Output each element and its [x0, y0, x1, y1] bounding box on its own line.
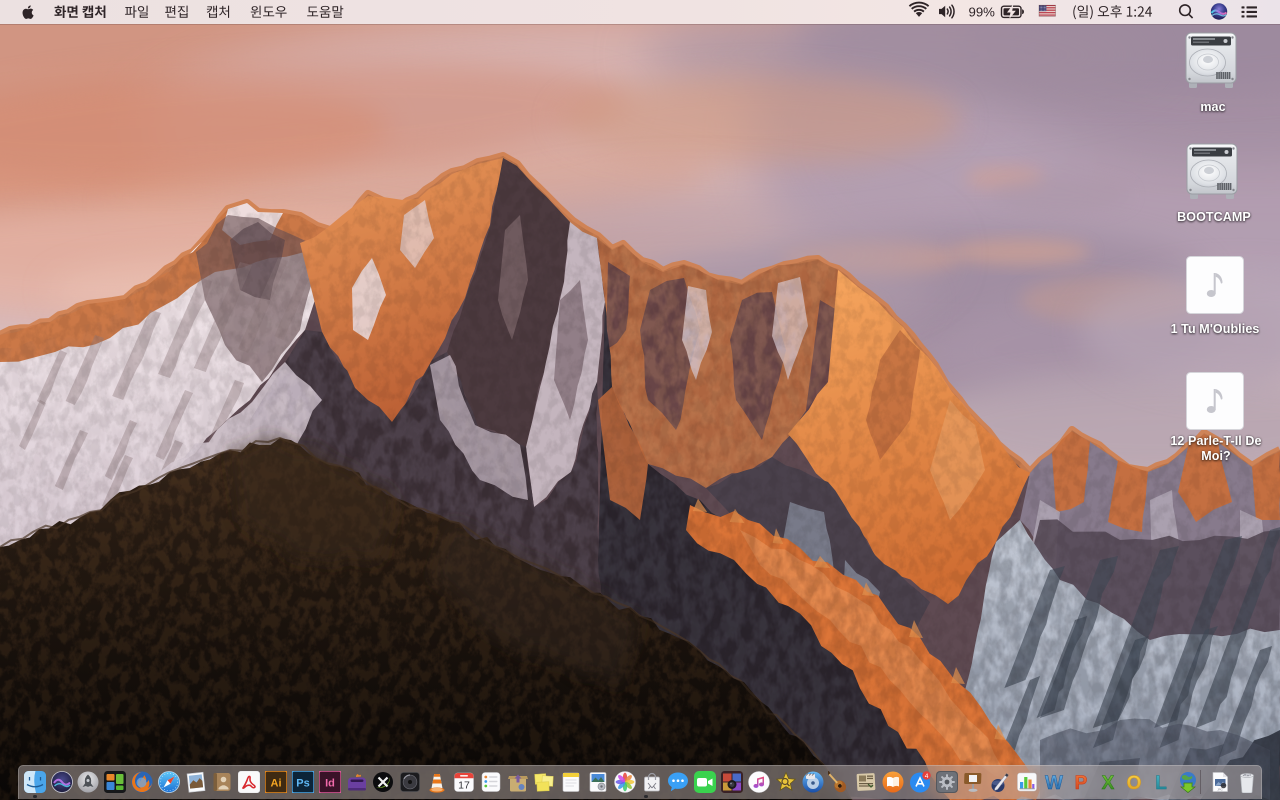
svg-text:4: 4: [924, 772, 928, 779]
svg-text:JPG: JPG: [1217, 787, 1222, 791]
svg-text:Ai: Ai: [271, 777, 282, 789]
svg-text:O: O: [1127, 773, 1142, 793]
svg-text:Id: Id: [325, 777, 335, 789]
svg-text:99%: 99%: [969, 4, 996, 19]
svg-text:P: P: [1074, 773, 1087, 793]
svg-text:W: W: [1045, 773, 1063, 793]
svg-text:17: 17: [458, 779, 470, 791]
svg-text:X: X: [1101, 773, 1114, 793]
svg-text:L: L: [1155, 773, 1167, 793]
svg-text:Ps: Ps: [296, 777, 309, 789]
